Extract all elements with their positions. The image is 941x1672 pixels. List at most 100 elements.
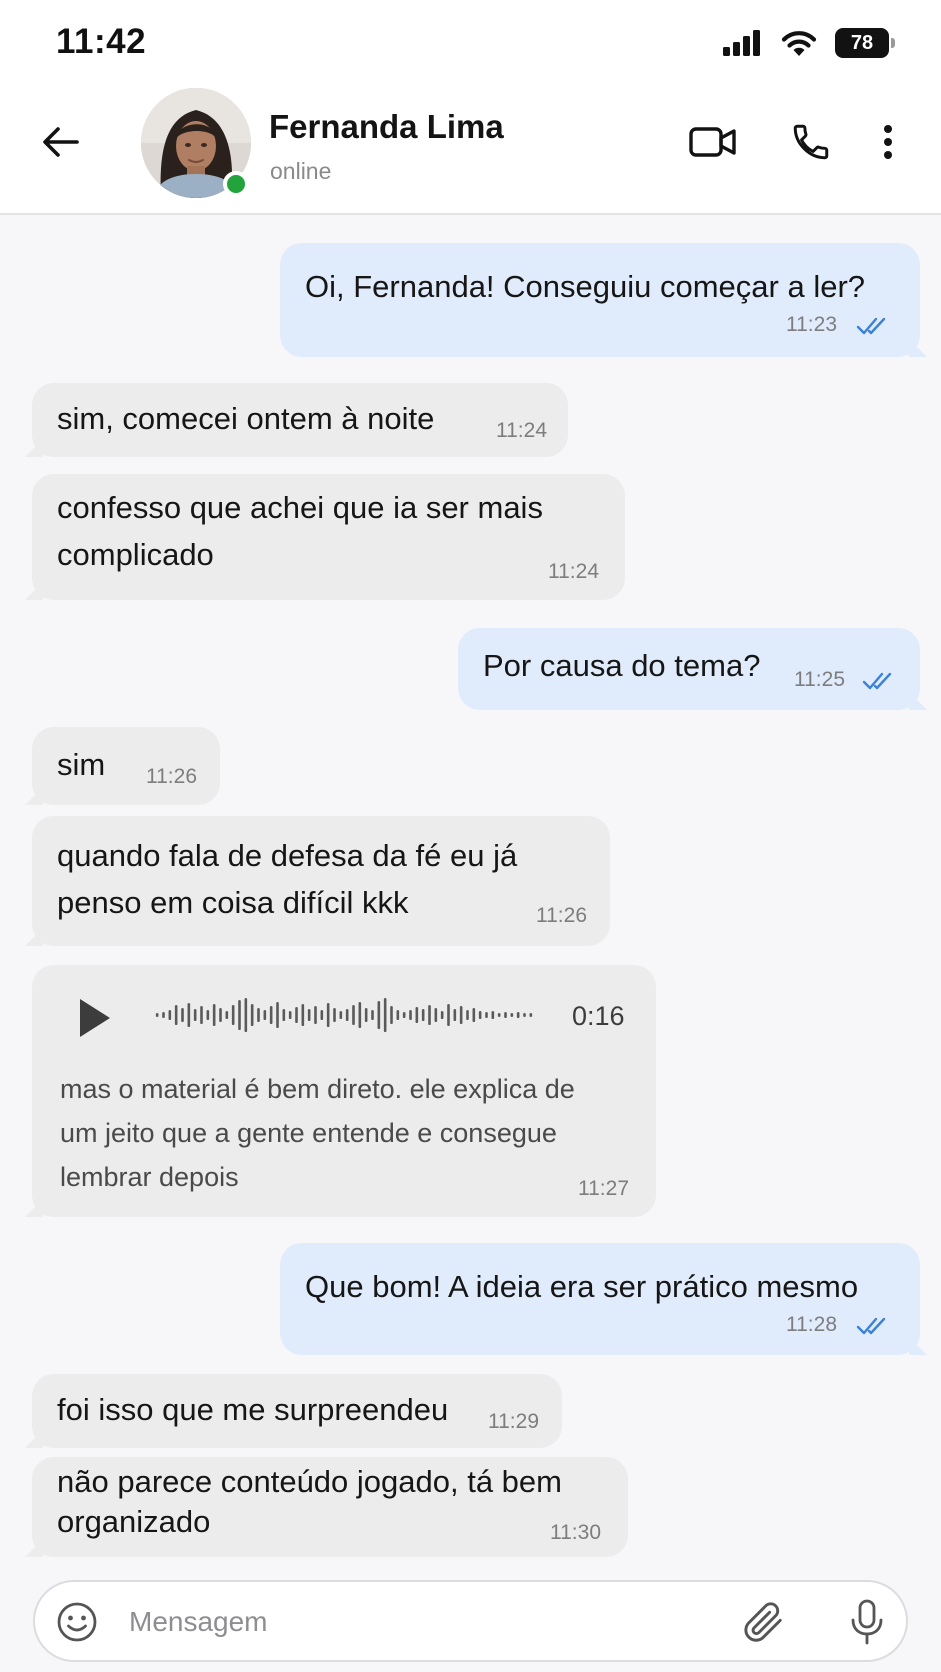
waveform-bar <box>478 1011 482 1019</box>
message-text-line-1: não parece conteúdo jogado, tá bem <box>57 1464 562 1499</box>
waveform-bar <box>396 1010 400 1020</box>
waveform-bar <box>314 1006 317 1024</box>
message-time: 11:30 <box>550 1521 601 1544</box>
wifi-icon <box>781 31 817 56</box>
emoji-icon <box>57 1602 97 1642</box>
transcript-line-1: mas o material é bem direto. ele explica… <box>60 1074 575 1104</box>
waveform-bar <box>485 1012 488 1018</box>
waveform-bar <box>187 1003 191 1027</box>
waveform-bar <box>491 1011 495 1019</box>
read-receipt-icon <box>862 672 892 690</box>
waveform-bar <box>244 998 248 1032</box>
voice-transcript: mas o material é bem direto. ele explica… <box>60 1067 620 1199</box>
waveform-bar <box>257 1008 260 1022</box>
waveform-bar <box>352 1005 355 1025</box>
waveform-bar <box>168 1010 172 1020</box>
message-text-line-1: confesso que achei que ia ser mais <box>57 490 543 525</box>
waveform-bar <box>497 1013 501 1017</box>
waveform-bar <box>155 1013 159 1017</box>
waveform-bar <box>231 1005 235 1025</box>
waveform-bar <box>250 1004 254 1026</box>
message-text: Oi, Fernanda! Conseguiu começar a ler? <box>305 269 866 304</box>
message-time: 11:24 <box>496 419 547 442</box>
message-incoming[interactable]: quando fala de defesa da fé eu já penso … <box>32 816 610 946</box>
play-icon <box>80 999 110 1037</box>
cellular-signal-icon <box>723 30 760 56</box>
waveform-bar <box>339 1011 343 1019</box>
message-incoming[interactable]: sim 11:26 <box>32 727 220 805</box>
chat-screen: 11:42 78 Fernanda Lima online Oi, Fernan… <box>0 0 941 1672</box>
waveform-bar <box>472 1008 476 1022</box>
contact-name[interactable]: Fernanda Lima <box>269 108 504 146</box>
voice-record-button[interactable] <box>845 1598 889 1646</box>
message-text: foi isso que me surpreendeu <box>57 1392 449 1427</box>
voice-waveform[interactable] <box>154 995 534 1035</box>
video-call-button[interactable] <box>685 115 741 169</box>
more-vertical-icon <box>884 125 892 159</box>
back-button[interactable] <box>38 119 84 165</box>
message-incoming[interactable]: foi isso que me surpreendeu 11:29 <box>32 1374 562 1448</box>
message-time: 11:26 <box>146 765 197 788</box>
message-text-line-2: penso em coisa difícil kkk <box>57 885 409 920</box>
waveform-bar <box>459 1006 463 1024</box>
status-icons: 78 <box>723 26 895 60</box>
waveform-bar <box>269 1006 273 1024</box>
waveform-bar <box>174 1005 178 1025</box>
waveform-bar <box>288 1011 292 1019</box>
waveform-bar <box>523 1013 526 1017</box>
play-button[interactable] <box>78 997 112 1044</box>
status-time: 11:42 <box>56 22 147 61</box>
waveform-bar <box>529 1013 533 1017</box>
waveform-bar <box>282 1009 286 1021</box>
waveform-bar <box>390 1006 393 1024</box>
waveform-bar <box>345 1009 349 1021</box>
waveform-bar <box>504 1012 507 1018</box>
message-text: Por causa do tema? <box>483 648 761 683</box>
waveform-bar <box>276 1002 279 1028</box>
message-text: sim, comecei ontem à noite <box>57 401 435 436</box>
video-camera-icon <box>689 127 736 157</box>
more-options-button[interactable] <box>873 115 903 169</box>
message-composer <box>33 1580 908 1662</box>
contact-status: online <box>270 158 332 184</box>
message-incoming[interactable]: confesso que achei que ia ser mais compl… <box>32 474 625 600</box>
waveform-bar <box>466 1010 469 1020</box>
waveform-bar <box>162 1012 165 1018</box>
waveform-bar <box>238 1000 241 1030</box>
waveform-bar <box>409 1010 412 1020</box>
waveform-bar <box>447 1004 450 1026</box>
read-receipt-icon <box>856 1317 886 1335</box>
message-outgoing[interactable]: Que bom! A ideia era ser prático mesmo 1… <box>280 1243 920 1355</box>
waveform-bar <box>206 1010 210 1020</box>
transcript-line-3: lembrar depois <box>60 1162 239 1192</box>
read-receipt-icon <box>856 317 886 335</box>
message-incoming[interactable]: não parece conteúdo jogado, tá bem organ… <box>32 1457 628 1557</box>
message-text: Que bom! A ideia era ser prático mesmo <box>305 1269 859 1304</box>
waveform-bar <box>428 1005 431 1025</box>
waveform-bar <box>510 1013 514 1017</box>
waveform-bar <box>219 1008 222 1022</box>
waveform-bar <box>453 1009 457 1021</box>
message-time: 11:24 <box>548 560 599 583</box>
online-indicator <box>223 171 249 197</box>
voice-message[interactable]: 0:16 mas o material é bem direto. ele ex… <box>32 965 656 1217</box>
waveform-bar <box>320 1010 324 1020</box>
waveform-bar <box>371 1010 374 1020</box>
message-input[interactable] <box>129 1600 689 1644</box>
waveform-bar <box>402 1012 406 1018</box>
attach-button[interactable] <box>741 1600 785 1644</box>
message-time: 11:29 <box>488 1410 539 1433</box>
chat-header: Fernanda Lima online <box>0 86 941 215</box>
waveform-bar <box>212 1004 216 1026</box>
message-outgoing[interactable]: Por causa do tema? 11:25 <box>458 628 920 710</box>
waveform-bar <box>225 1011 229 1019</box>
message-time: 11:25 <box>794 668 845 691</box>
emoji-button[interactable] <box>55 1600 99 1644</box>
message-time: 11:27 <box>578 1177 629 1200</box>
status-bar: 11:42 78 <box>0 0 941 86</box>
header-actions <box>685 115 903 169</box>
message-text-line-2: organizado <box>57 1504 211 1539</box>
message-incoming[interactable]: sim, comecei ontem à noite 11:24 <box>32 383 568 457</box>
message-outgoing[interactable]: Oi, Fernanda! Conseguiu começar a ler? 1… <box>280 243 920 357</box>
voice-call-button[interactable] <box>783 115 839 169</box>
